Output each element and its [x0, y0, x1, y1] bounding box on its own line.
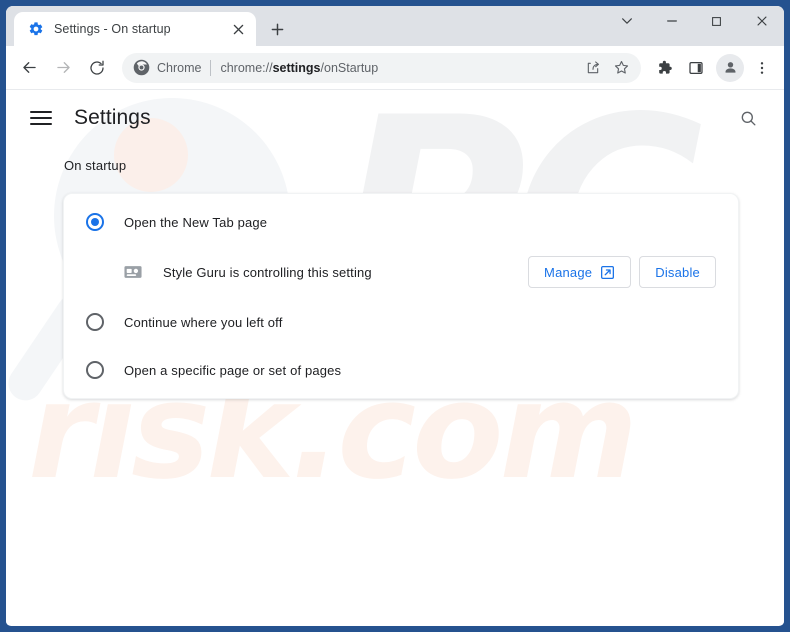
extension-notice-actions: Manage Disable [528, 256, 716, 288]
radio-indicator[interactable] [86, 313, 104, 331]
browser-window-inner: Settings - On startup Chrome chrome://se… [6, 6, 784, 626]
share-icon[interactable] [579, 54, 607, 82]
url-bold-segment: settings [272, 60, 321, 75]
tab-strip: Settings - On startup [6, 6, 784, 46]
window-caption-buttons [604, 6, 784, 46]
radio-option-label: Continue where you left off [124, 314, 283, 330]
page-title: Settings [74, 106, 151, 129]
settings-page: PC risk.com Settings On startup [6, 90, 784, 625]
radio-option-continue[interactable]: Continue where you left off [64, 298, 738, 346]
extension-notice-text: Style Guru is controlling this setting [163, 264, 372, 280]
manage-button[interactable]: Manage [528, 256, 632, 288]
arrow-back-icon[interactable] [12, 51, 46, 85]
url-suffix: /onStartup [320, 60, 379, 75]
reload-icon[interactable] [80, 51, 114, 85]
manage-button-label: Manage [544, 264, 593, 280]
maximize-icon[interactable] [694, 6, 739, 36]
omnibox-divider [210, 59, 212, 76]
disable-button-label: Disable [655, 264, 700, 280]
window-close-icon[interactable] [739, 6, 784, 36]
new-tab-button[interactable] [263, 15, 291, 43]
chevron-down-icon[interactable] [604, 6, 649, 36]
extension-control-notice: Style Guru is controlling this setting M… [64, 246, 738, 298]
arrow-forward-icon [46, 51, 80, 85]
radio-indicator[interactable] [86, 213, 104, 231]
section-label: On startup [64, 158, 127, 173]
radio-option-label: Open the New Tab page [124, 214, 268, 230]
three-dot-menu-icon[interactable] [748, 53, 776, 83]
extension-icon [124, 264, 142, 280]
browser-toolbar: Chrome chrome://settings/onStartup [6, 46, 784, 90]
omnibox-url: chrome://settings/onStartup [220, 61, 579, 75]
open-in-new-icon [600, 265, 615, 280]
puzzle-piece-icon[interactable] [649, 53, 679, 83]
address-bar[interactable]: Chrome chrome://settings/onStartup [122, 52, 641, 83]
url-prefix: chrome:// [220, 60, 273, 75]
settings-gear-icon [28, 21, 44, 37]
disable-button[interactable]: Disable [639, 256, 716, 288]
browser-window: Settings - On startup Chrome chrome://se… [0, 0, 790, 632]
search-icon[interactable] [732, 102, 764, 134]
minimize-icon[interactable] [649, 6, 694, 36]
close-icon[interactable] [228, 19, 248, 39]
side-panel-icon[interactable] [681, 53, 711, 83]
radio-indicator[interactable] [86, 361, 104, 379]
on-startup-card: Open the New Tab page Style Guru is cont… [63, 193, 739, 399]
omnibox-security-label: Chrome [157, 60, 202, 75]
radio-option-specific-pages[interactable]: Open a specific page or set of pages [64, 346, 738, 394]
radio-option-label: Open a specific page or set of pages [124, 362, 342, 378]
star-icon[interactable] [607, 54, 635, 82]
settings-header: Settings [6, 90, 784, 146]
browser-tab[interactable]: Settings - On startup [14, 12, 256, 46]
hamburger-menu-icon[interactable] [30, 106, 54, 130]
omnibox-actions [579, 54, 635, 82]
chrome-logo-icon [133, 59, 150, 76]
tab-title: Settings - On startup [54, 22, 171, 36]
avatar[interactable] [716, 53, 744, 82]
radio-option-new-tab[interactable]: Open the New Tab page [64, 198, 738, 246]
